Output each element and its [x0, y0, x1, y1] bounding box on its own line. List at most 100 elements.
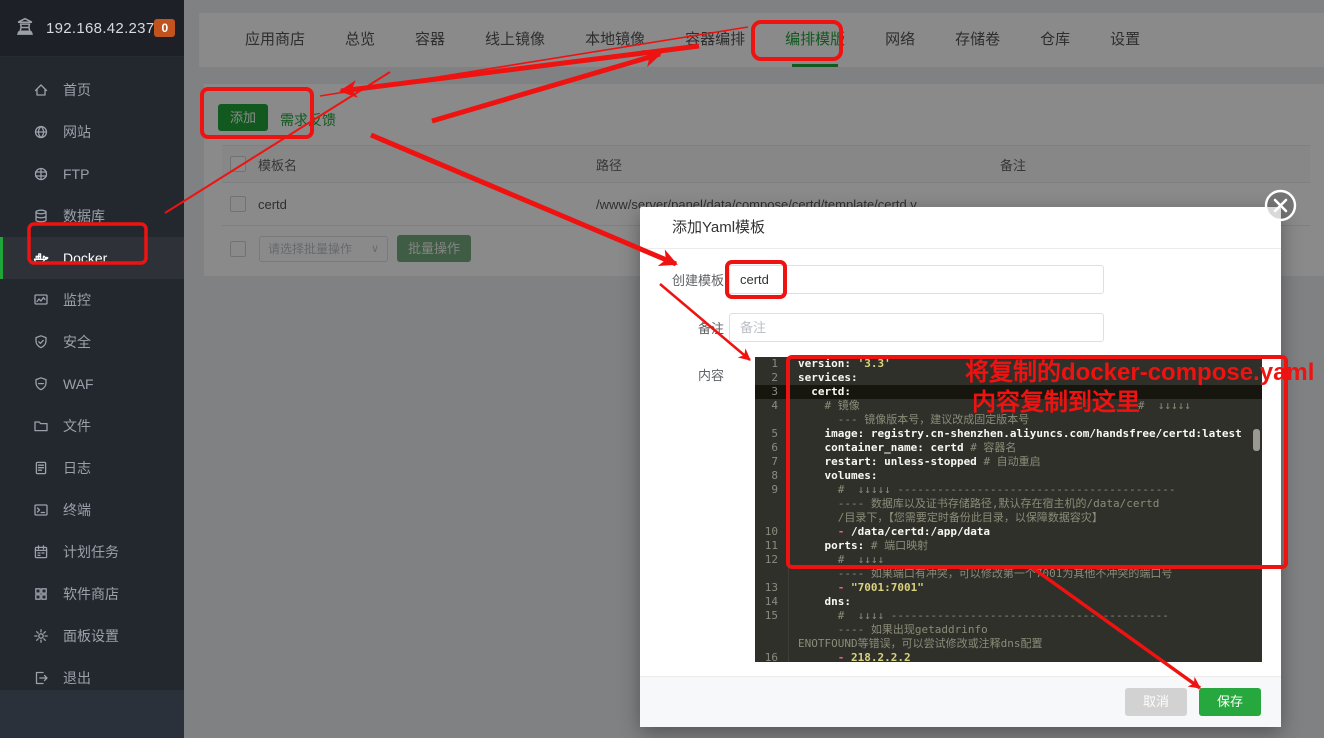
content-label: 内容	[640, 365, 724, 384]
waf-shield-icon	[33, 376, 49, 392]
editor-line-number: 14	[755, 595, 789, 609]
editor-line: 7 restart: unless-stopped # 自动重启	[755, 455, 1262, 469]
editor-line-number	[755, 413, 789, 427]
sidebar-item-文件[interactable]: 文件	[0, 405, 184, 447]
editor-line: 5 image: registry.cn-shenzhen.aliyuncs.c…	[755, 427, 1262, 441]
editor-line: 6 container_name: certd # 容器名	[755, 441, 1262, 455]
logout-icon	[33, 670, 49, 686]
editor-line: 1version: '3.3'	[755, 357, 1262, 371]
sidebar-item-FTP[interactable]: FTP	[0, 153, 184, 195]
editor-line-number: 15	[755, 609, 789, 623]
editor-line-number	[755, 623, 789, 637]
log-icon	[33, 460, 49, 476]
sidebar-item-面板设置[interactable]: 面板设置	[0, 615, 184, 657]
sidebar-item-label: 首页	[63, 80, 91, 100]
sidebar-item-Docker[interactable]: Docker	[0, 237, 184, 279]
monitor-icon	[33, 292, 49, 308]
editor-line: 13 - "7001:7001"	[755, 581, 1262, 595]
ftp-icon	[33, 166, 49, 182]
editor-line-number: 7	[755, 455, 789, 469]
editor-line: 3 certd:	[755, 385, 1262, 399]
sidebar-item-监控[interactable]: 监控	[0, 279, 184, 321]
editor-line: 16 - 218.2.2.2	[755, 651, 1262, 662]
editor-line-number: 9	[755, 483, 789, 497]
sidebar-item-安全[interactable]: 安全	[0, 321, 184, 363]
sidebar-menu: 首页网站 FTP 数据库 Docker 监控安全 WAF 文件日志终端计划任务软件商店面板设…	[0, 57, 184, 699]
editor-line-number	[755, 497, 789, 511]
docker-icon	[33, 250, 49, 266]
sidebar-item-label: 网站	[63, 122, 91, 142]
editor-line-number: 8	[755, 469, 789, 483]
editor-line-number: 4	[755, 399, 789, 413]
sidebar-item-数据库[interactable]: 数据库	[0, 195, 184, 237]
editor-line: --- 镜像版本号，建议改成固定版本号	[755, 413, 1262, 427]
cancel-button[interactable]: 取消	[1125, 688, 1187, 716]
sidebar-footer	[0, 690, 184, 738]
template-name-label: 创建模板	[640, 265, 724, 296]
editor-line: 14 dns:	[755, 595, 1262, 609]
editor-line: 9 # ↓↓↓↓↓ ------------------------------…	[755, 483, 1262, 497]
editor-line: /目录下，【您需要定时备份此目录，以保障数据容灾】	[755, 511, 1262, 525]
editor-scrollbar-thumb[interactable]	[1253, 429, 1260, 451]
editor-line-number	[755, 567, 789, 581]
sidebar: 192.168.42.237 0 首页网站 FTP 数据库 Docker 监控安全 WAF…	[0, 0, 184, 738]
sidebar-item-label: 面板设置	[63, 626, 119, 646]
note-input[interactable]	[729, 313, 1104, 342]
sidebar-item-label: Docker	[63, 250, 107, 266]
sidebar-item-label: 终端	[63, 500, 91, 520]
dialog-title: 添加Yaml模板	[640, 207, 1281, 249]
editor-line-number	[755, 511, 789, 525]
appstore-grid-icon	[33, 586, 49, 602]
bt-panel-logo-icon	[14, 17, 36, 39]
editor-line: 11 ports: # 端口映射	[755, 539, 1262, 553]
folder-icon	[33, 418, 49, 434]
editor-line-number: 1	[755, 357, 789, 371]
sidebar-item-label: 数据库	[63, 206, 105, 226]
editor-line: 10 - /data/certd:/app/data	[755, 525, 1262, 539]
dialog-footer: 取消 保存	[640, 676, 1281, 727]
editor-line: 12 # ↓↓↓↓	[755, 553, 1262, 567]
sidebar-item-label: 日志	[63, 458, 91, 478]
sidebar-item-label: 监控	[63, 290, 91, 310]
sidebar-item-计划任务[interactable]: 计划任务	[0, 531, 184, 573]
sidebar-item-网站[interactable]: 网站	[0, 111, 184, 153]
sidebar-item-软件商店[interactable]: 软件商店	[0, 573, 184, 615]
sidebar-item-label: 退出	[63, 668, 91, 688]
editor-line-number: 3	[755, 385, 789, 399]
sidebar-item-label: 安全	[63, 332, 91, 352]
editor-line-number: 2	[755, 371, 789, 385]
editor-line-number: 16	[755, 651, 789, 662]
editor-line: 8 volumes:	[755, 469, 1262, 483]
editor-line: 2services:	[755, 371, 1262, 385]
sidebar-item-日志[interactable]: 日志	[0, 447, 184, 489]
sidebar-item-label: 软件商店	[63, 584, 119, 604]
calendar-icon	[33, 544, 49, 560]
editor-line-number	[755, 637, 789, 651]
sidebar-item-label: 文件	[63, 416, 91, 436]
server-ip-title: 192.168.42.237	[46, 20, 154, 37]
editor-line-number: 5	[755, 427, 789, 441]
database-icon	[33, 208, 49, 224]
template-name-input[interactable]	[729, 265, 1104, 294]
editor-line: ---- 数据库以及证书存储路径,默认存在宿主机的/data/certd	[755, 497, 1262, 511]
sidebar-item-WAF[interactable]: WAF	[0, 363, 184, 405]
editor-line: 15 # ↓↓↓↓ ------------------------------…	[755, 609, 1262, 623]
editor-line: ---- 如果端口有冲突，可以修改第一个7001为其他不冲突的端口号	[755, 567, 1262, 581]
editor-line: 4 # 镜像 # ↓↓↓↓↓	[755, 399, 1262, 413]
home-icon	[33, 82, 49, 98]
note-label: 备注	[640, 313, 724, 344]
shield-check-icon	[33, 334, 49, 350]
editor-line-number: 12	[755, 553, 789, 567]
yaml-code-editor[interactable]: 1version: '3.3'2services:3 certd:4 # 镜像 …	[755, 357, 1262, 662]
editor-line-number: 13	[755, 581, 789, 595]
dialog-close-icon[interactable]	[1263, 188, 1298, 223]
sidebar-item-终端[interactable]: 终端	[0, 489, 184, 531]
globe-icon	[33, 124, 49, 140]
notification-badge[interactable]: 0	[154, 19, 175, 37]
sidebar-item-首页[interactable]: 首页	[0, 69, 184, 111]
add-yaml-template-dialog: 添加Yaml模板 创建模板 备注 内容 1version: '3.3'2serv…	[640, 207, 1281, 727]
editor-line: ENOTFOUND等错误，可以尝试修改或注释dns配置	[755, 637, 1262, 651]
editor-line-number: 10	[755, 525, 789, 539]
save-button[interactable]: 保存	[1199, 688, 1261, 716]
sidebar-item-label: 计划任务	[63, 542, 119, 562]
